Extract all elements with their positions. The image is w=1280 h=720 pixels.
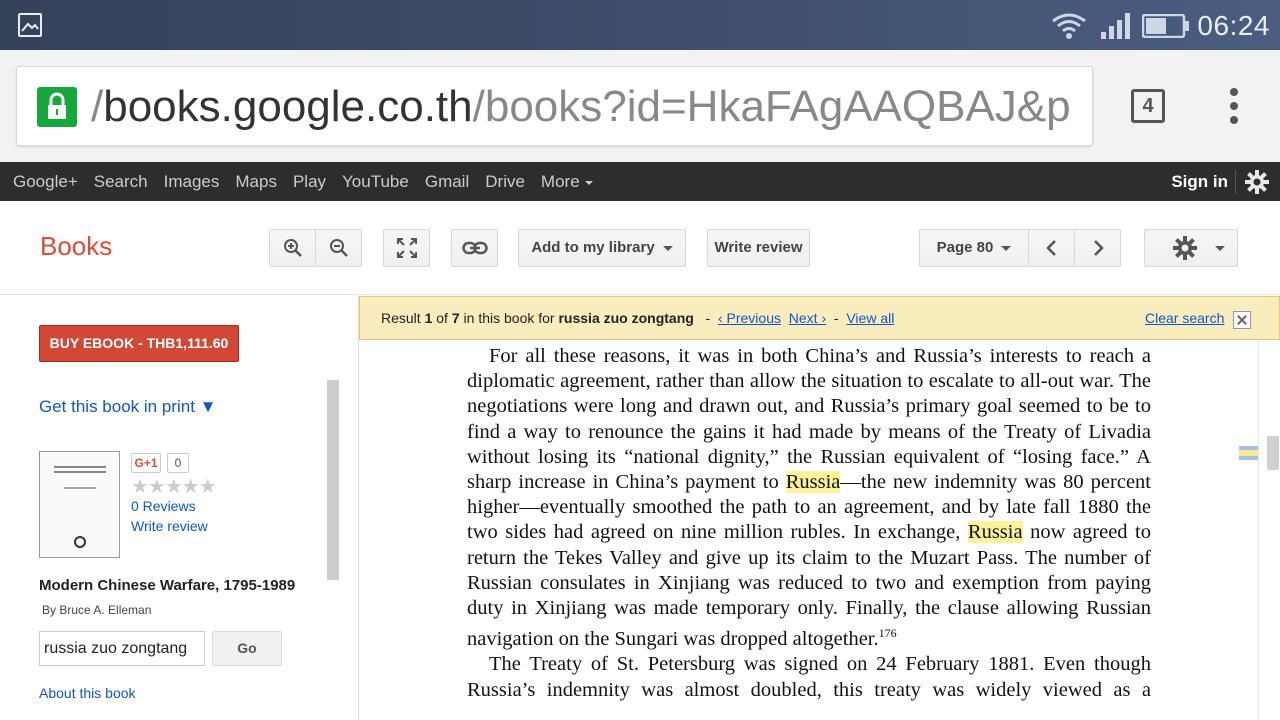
in-book-text: in this book for — [463, 310, 555, 326]
search-result-bar: Result 1 of 7 in this book for russia zu… — [359, 296, 1280, 340]
result-summary: Result 1 of 7 in this book for russia zu… — [381, 310, 895, 326]
zoom-out-button[interactable] — [315, 229, 362, 267]
wifi-icon — [1052, 13, 1086, 39]
plus-one-count: 0 — [167, 453, 189, 473]
chevron-right-icon — [1093, 240, 1104, 256]
link-icon — [461, 241, 488, 255]
nav-link-play[interactable]: Play — [293, 162, 326, 201]
nav-link-youtube[interactable]: YouTube — [342, 162, 409, 201]
book-sidebar: BUY EBOOK - THB1,111.60 Get this book in… — [0, 296, 358, 720]
about-book-link[interactable]: About this book — [39, 685, 136, 701]
nav-link-drive[interactable]: Drive — [485, 162, 525, 201]
address-bar[interactable]: /books.google.co.th/books?id=HkaFAgAAQBA… — [16, 66, 1093, 146]
nav-link-maps[interactable]: Maps — [235, 162, 277, 201]
get-in-print-link[interactable]: Get this book in print ▼ — [39, 397, 216, 417]
result-index: 1 — [424, 310, 433, 326]
gear-icon — [1173, 236, 1197, 260]
battery-icon — [1142, 14, 1189, 38]
nav-link-google-plus[interactable]: Google+ — [13, 162, 78, 201]
search-query: russia zuo zongtang — [558, 310, 694, 326]
nav-link-search[interactable]: Search — [94, 162, 148, 201]
page-paragraph: For all these reasons, it was in both Ch… — [467, 344, 1151, 652]
fullscreen-button[interactable] — [383, 229, 430, 267]
settings-gear-icon[interactable] — [1245, 170, 1269, 194]
zoom-in-icon — [283, 239, 302, 257]
chevron-left-icon — [1045, 240, 1056, 256]
add-to-library-button[interactable]: Add to my library — [518, 229, 686, 267]
book-viewer: Result 1 of 7 in this book for russia zu… — [358, 296, 1280, 720]
url-host: books.google.co.th — [103, 82, 473, 131]
books-logo[interactable]: Books — [40, 231, 112, 262]
signal-icon — [1101, 13, 1130, 39]
books-toolbar: Books Add to my library Write review Pag… — [0, 201, 1280, 295]
previous-result-link[interactable]: ‹ Previous — [718, 310, 781, 326]
book-page-text: For all these reasons, it was in both Ch… — [467, 344, 1151, 703]
write-review-link[interactable]: Write review — [131, 518, 208, 534]
view-all-link[interactable]: View all — [846, 310, 894, 326]
next-page-button[interactable] — [1074, 229, 1121, 267]
chevron-down-icon — [1001, 245, 1012, 251]
sidebar-scrollbar[interactable] — [327, 380, 339, 580]
browser-toolbar: /books.google.co.th/books?id=HkaFAgAAQBA… — [0, 50, 1280, 162]
link-button[interactable] — [451, 229, 498, 267]
page-edge — [1258, 340, 1259, 720]
status-bar: 06:24 — [0, 0, 1280, 50]
tab-switcher-button[interactable]: 4 — [1131, 89, 1165, 123]
fullscreen-icon — [396, 238, 417, 258]
clear-search-link[interactable]: Clear search — [1145, 310, 1224, 326]
sign-in-button[interactable]: Sign in — [1171, 162, 1228, 201]
zoom-out-icon — [329, 239, 348, 257]
footnote-marker: 176 — [878, 626, 897, 641]
nav-link-more[interactable]: More — [541, 162, 593, 201]
nav-divider — [1235, 170, 1236, 194]
rating-stars: ★★★★★ — [131, 476, 217, 498]
buy-ebook-button[interactable]: BUY EBOOK - THB1,111.60 — [39, 325, 239, 362]
viewer-scrollbar[interactable] — [1267, 436, 1279, 470]
write-review-button[interactable]: Write review — [707, 229, 810, 267]
google-nav-bar: Google+ Search Images Maps Play YouTube … — [0, 162, 1280, 201]
book-author: By Bruce A. Elleman — [42, 603, 152, 617]
browser-menu-icon[interactable] — [1224, 88, 1244, 124]
url-text[interactable]: /books.google.co.th/books?id=HkaFAgAAQBA… — [91, 81, 1075, 133]
book-cover-thumbnail[interactable] — [39, 451, 120, 558]
page-paragraph: The Treaty of St. Petersburg was signed … — [467, 653, 1151, 701]
search-highlight: Russia — [967, 521, 1023, 544]
close-icon[interactable] — [1233, 311, 1251, 329]
page-select-button[interactable]: Page 80 — [919, 229, 1029, 267]
page-label: Page 80 — [936, 239, 994, 256]
clock: 06:24 — [1197, 10, 1270, 41]
add-to-library-label: Add to my library — [531, 239, 655, 256]
search-in-book-input[interactable]: russia zuo zongtang — [39, 631, 205, 666]
chevron-down-icon — [1215, 246, 1225, 251]
result-total: 7 — [451, 310, 460, 326]
nav-link-images[interactable]: Images — [164, 162, 220, 201]
result-position-marker[interactable] — [1239, 446, 1258, 460]
url-path: /books?id=HkaFAgAAQBAJ&p — [472, 82, 1071, 131]
url-prefix: / — [91, 82, 104, 131]
of-word: of — [436, 310, 448, 326]
previous-page-button[interactable] — [1028, 229, 1075, 267]
zoom-in-button[interactable] — [269, 229, 316, 267]
next-result-link[interactable]: Next › — [789, 310, 826, 326]
go-button[interactable]: Go — [212, 631, 282, 666]
search-highlight: Russia — [785, 471, 841, 494]
reviews-link[interactable]: 0 Reviews — [131, 498, 196, 514]
google-plus-one-button[interactable]: G+1 — [131, 453, 161, 473]
lock-icon[interactable] — [37, 87, 77, 127]
nav-link-gmail[interactable]: Gmail — [425, 162, 469, 201]
view-settings-button[interactable] — [1144, 229, 1238, 267]
book-title: Modern Chinese Warfare, 1795-1989 — [39, 577, 296, 594]
gallery-icon — [18, 13, 42, 37]
chevron-down-icon — [662, 245, 673, 251]
result-word: Result — [381, 310, 421, 326]
